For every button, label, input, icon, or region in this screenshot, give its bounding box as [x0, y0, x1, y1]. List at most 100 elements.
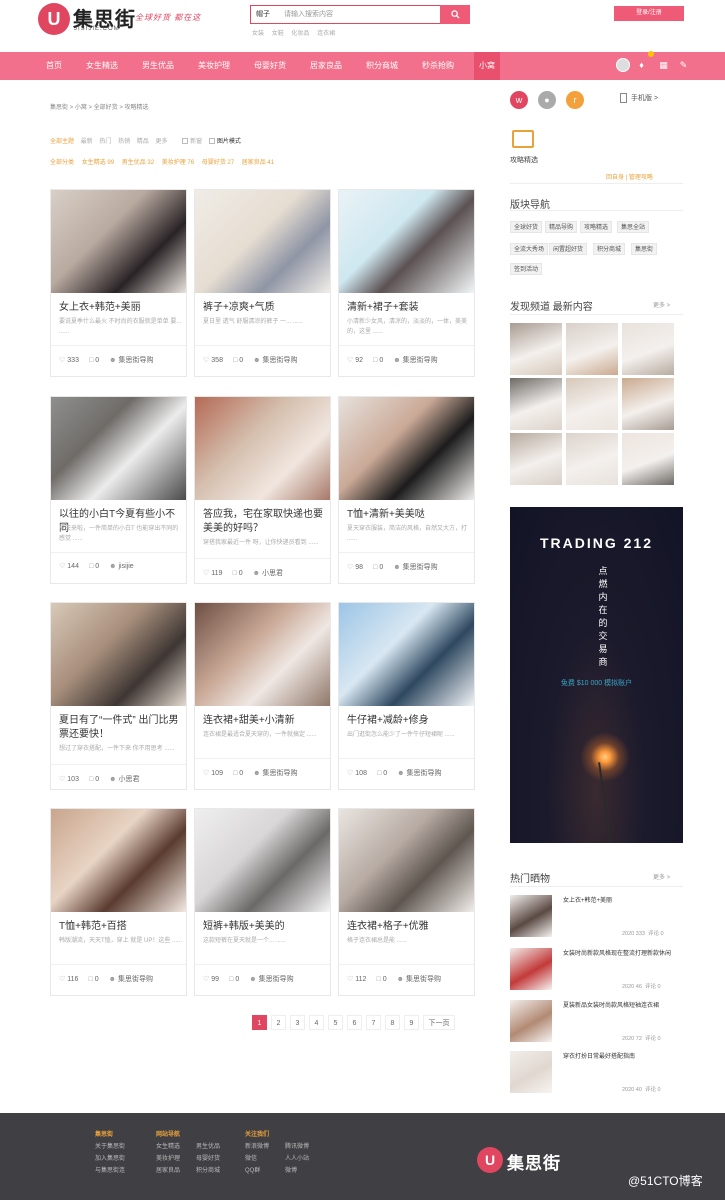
author-link[interactable]: ☻ 集思街导购 — [397, 770, 441, 777]
nav-item-beauty[interactable]: 美妆护理 — [198, 52, 230, 80]
like-button[interactable]: ♡ 112 — [347, 976, 366, 983]
hot-item-image[interactable] — [510, 1051, 552, 1093]
post-card[interactable]: 答应我，宅在家取快递也要美美的好吗？ 穿搭我家最近一件 呀，让你快递员看到 ...… — [194, 396, 331, 584]
post-image[interactable] — [195, 397, 330, 500]
next-page-button[interactable]: 下一页 — [423, 1015, 455, 1030]
comment-button[interactable]: □ 0 — [88, 976, 98, 983]
hot-item-title[interactable]: 穿衣打扮日常最好搭配指南 — [563, 1053, 683, 1062]
footer-link[interactable]: 腾讯微博 — [285, 1141, 309, 1153]
comment-button[interactable]: □ 0 — [376, 976, 386, 983]
category-item[interactable]: 美妆护理 76 — [162, 160, 194, 166]
author-link[interactable]: ☻ 集思街导购 — [249, 976, 293, 983]
post-card[interactable]: 清新+裙子+套装 小清新少女风，清凉的，淡淡的，一体，美美的，这里 ...... ♡… — [338, 189, 475, 377]
post-card[interactable]: 以往的小白T今夏有些小不同 夏天来啦，一件简单的小白T 也能穿出不同的感觉 ...… — [50, 396, 187, 584]
post-image[interactable] — [339, 190, 474, 293]
post-card[interactable]: T恤+韩范+百搭 韩版潮流，天天T恤，穿上 就是 UP！这些 ...... ♡ 116… — [50, 808, 187, 996]
author-link[interactable]: ☻ jisijie — [109, 563, 134, 570]
filter-latest[interactable]: 最新 — [81, 139, 93, 145]
post-card[interactable]: 连衣裙+甜美+小清新 连衣裙是最适合夏天穿的，一件就搞定 ...... ♡ 109 □ 0… — [194, 602, 331, 790]
category-item[interactable]: 全部分类 — [50, 160, 74, 166]
footer-link[interactable]: 居家良品 — [156, 1165, 180, 1177]
author-link[interactable]: ☻ 集思街导购 — [109, 357, 153, 364]
category-item[interactable]: 女生精选 99 — [82, 160, 114, 166]
author-link[interactable]: ☻ 集思街导购 — [253, 770, 297, 777]
comment-button[interactable]: □ 0 — [377, 770, 387, 777]
post-title[interactable]: 连衣裙+格子+优雅 — [347, 920, 471, 934]
logo-icon[interactable]: U — [38, 3, 70, 35]
discover-thumb[interactable] — [510, 433, 562, 485]
discover-thumb[interactable] — [622, 378, 674, 430]
discover-thumb[interactable] — [566, 323, 618, 375]
post-image[interactable] — [51, 603, 186, 706]
post-image[interactable] — [195, 809, 330, 912]
comment-button[interactable]: □ 0 — [232, 570, 242, 577]
post-title[interactable]: 答应我，宅在家取快递也要美美的好吗？ — [203, 508, 327, 536]
page-button[interactable]: 1 — [252, 1015, 267, 1030]
nav-item-men[interactable]: 男生优品 — [142, 52, 174, 80]
comment-button[interactable]: □ 0 — [373, 564, 383, 571]
footer-link[interactable]: 微信 — [245, 1153, 257, 1165]
block-tag[interactable]: 攻略精选 — [580, 221, 613, 233]
author-link[interactable]: ☻ 小思君 — [109, 776, 139, 783]
block-tag[interactable]: 集思街 — [631, 243, 658, 255]
category-item[interactable]: 居家良品 41 — [242, 160, 274, 166]
post-image[interactable] — [339, 397, 474, 500]
nav-item-points[interactable]: 积分商城 — [366, 52, 398, 80]
filter-more[interactable]: 更多 — [155, 139, 167, 145]
hot-item-title[interactable]: 夏装新品女装时尚款风格短袖连衣裙 — [563, 1002, 683, 1011]
discover-thumb[interactable] — [566, 433, 618, 485]
hot-word[interactable]: 化妆品 — [291, 31, 309, 37]
discover-thumb[interactable] — [510, 323, 562, 375]
page-button[interactable]: 4 — [309, 1015, 324, 1030]
bell-icon[interactable]: ♦ — [636, 60, 647, 71]
discover-thumb[interactable] — [622, 323, 674, 375]
nav-item-home-goods[interactable]: 居家良品 — [310, 52, 342, 80]
hot-word[interactable]: 女装 — [252, 31, 264, 37]
post-title[interactable]: 连衣裙+甜美+小清新 — [203, 714, 327, 728]
page-button[interactable]: 5 — [328, 1015, 343, 1030]
search-button[interactable] — [440, 5, 470, 24]
hot-item-title[interactable]: 女上衣+韩范+美丽 — [563, 897, 683, 906]
nav-item-flash[interactable]: 秒杀抢购 — [422, 52, 454, 80]
comment-button[interactable]: □ 0 — [233, 357, 243, 364]
post-image[interactable] — [339, 809, 474, 912]
block-tag[interactable]: 积分商城 — [593, 243, 626, 255]
footer-link[interactable]: QQ群 — [245, 1165, 260, 1177]
like-button[interactable]: ♡ 119 — [203, 570, 222, 577]
post-title[interactable]: T恤+清新+美美哒 — [347, 508, 471, 522]
ad-banner[interactable]: TRADING 212 点燃内在的交易商 免费 $10 000 模拟账户 — [510, 507, 683, 843]
comment-button[interactable]: □ 0 — [89, 563, 99, 570]
footer-link[interactable]: 加入集思街 — [95, 1153, 125, 1165]
post-card[interactable]: 女上衣+韩范+美丽 要说夏季什么最火 不时尚的衣服就是单单 要... ......… — [50, 189, 187, 377]
post-card[interactable]: 裤子+凉爽+气质 夏日里 透气 舒服清凉的裤子 一... ...... ♡ 358 □ 0… — [194, 189, 331, 377]
post-image[interactable] — [51, 190, 186, 293]
mobile-link[interactable]: 手机版 > — [620, 93, 658, 104]
filter-featured[interactable]: 精品 — [137, 139, 149, 145]
author-link[interactable]: ☻ 集思街导购 — [109, 976, 153, 983]
author-link[interactable]: ☻ 集思街导购 — [393, 564, 437, 571]
guide-label[interactable]: 攻略精选 — [510, 155, 538, 165]
filter-all[interactable]: 全部主题 — [50, 139, 74, 145]
breadcrumb[interactable]: 集思街 > 小窝 > 全部好货 > 攻略精选 — [50, 102, 149, 111]
author-link[interactable]: ☻ 集思街导购 — [393, 357, 437, 364]
page-button[interactable]: 3 — [290, 1015, 305, 1030]
page-button[interactable]: 2 — [271, 1015, 286, 1030]
footer-link[interactable]: 关于集思街 — [95, 1141, 125, 1153]
like-button[interactable]: ♡ 144 — [59, 563, 79, 570]
check-new-window[interactable]: 新窗 — [182, 138, 202, 145]
post-title[interactable]: T恤+韩范+百搭 — [59, 920, 183, 934]
post-image[interactable] — [195, 190, 330, 293]
guide-links[interactable]: 回自身 | 管理攻略 — [606, 172, 653, 181]
post-card[interactable]: 牛仔裙+减龄+修身 出门逛街怎么能少了一件牛仔短裙呢 ...... ♡ 108 □ 0 ☻ 集… — [338, 602, 475, 790]
like-button[interactable]: ♡ 109 — [203, 770, 223, 777]
rss-icon[interactable]: r — [566, 91, 584, 109]
block-tag[interactable]: 精品导购 — [545, 221, 578, 233]
wechat-icon[interactable]: ● — [538, 91, 556, 109]
footer-link[interactable]: 美妆护理 — [156, 1153, 180, 1165]
page-button[interactable]: 6 — [347, 1015, 362, 1030]
search-select[interactable]: 帽子 — [256, 11, 270, 18]
like-button[interactable]: ♡ 99 — [203, 976, 219, 983]
footer-link[interactable]: 母婴好货 — [196, 1153, 220, 1165]
author-link[interactable]: ☻ 集思街导购 — [253, 357, 297, 364]
footer-link[interactable]: 积分商城 — [196, 1165, 220, 1177]
